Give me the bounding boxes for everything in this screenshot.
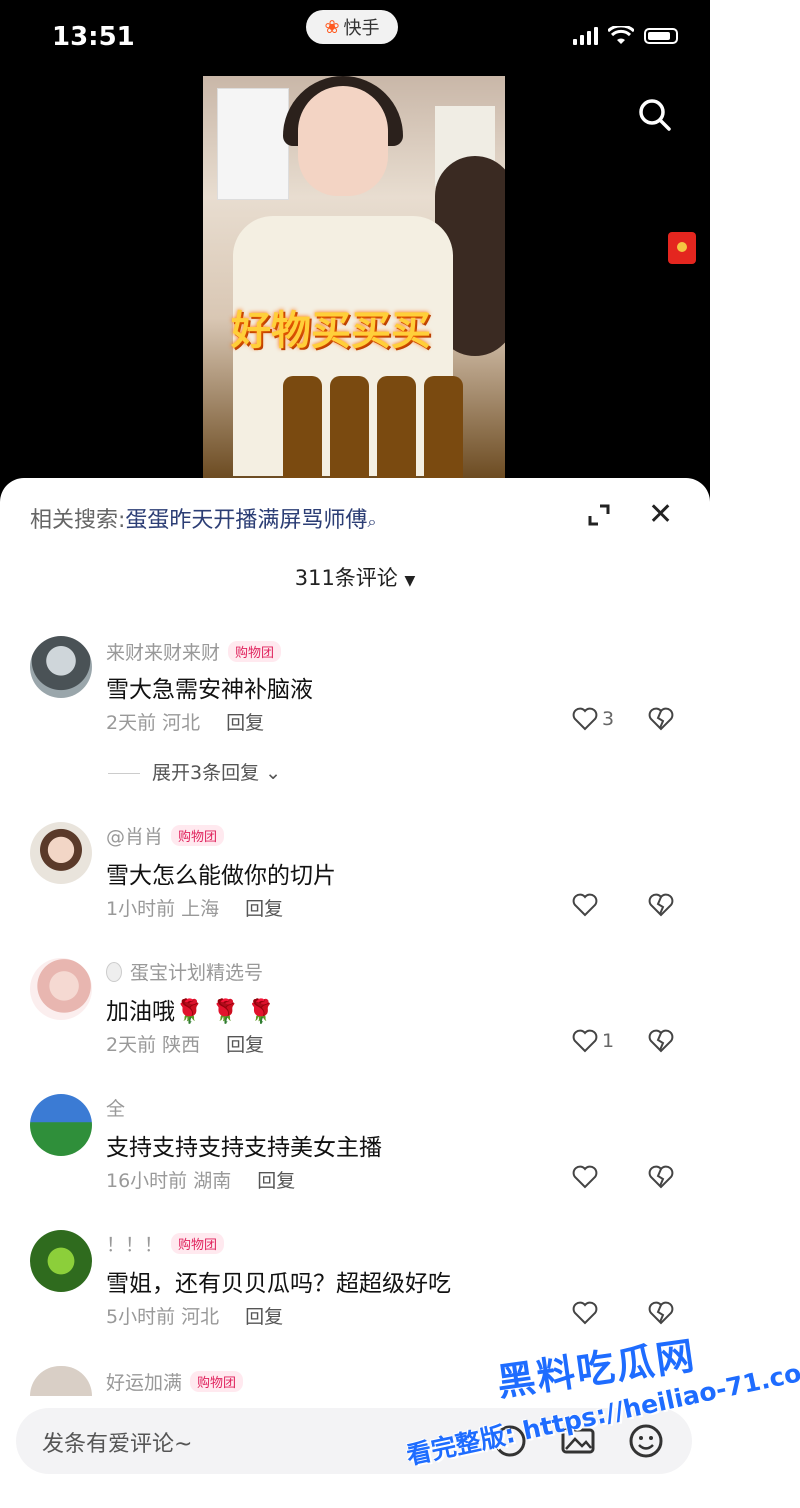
status-time: 13:51	[52, 22, 135, 52]
comment-count-label: 311条评论	[294, 566, 398, 590]
like-button[interactable]	[572, 1165, 602, 1189]
broken-heart-icon[interactable]	[648, 1301, 674, 1325]
related-search-label: 相关搜索:	[30, 508, 126, 533]
avatar[interactable]	[30, 1230, 92, 1292]
app-pill[interactable]: ❀ 快手	[306, 10, 398, 44]
small-search-icon: ⌕	[367, 512, 377, 531]
comment-author[interactable]: 好运加满 购物团	[106, 1368, 244, 1395]
reply-button[interactable]: 回复	[245, 898, 283, 920]
comment-author[interactable]: @肖肖 购物团	[106, 822, 225, 849]
avatar[interactable]	[30, 822, 92, 884]
red-packet-icon[interactable]	[668, 232, 696, 264]
emoji-icon[interactable]	[626, 1421, 666, 1461]
comment-meta: 5小时前 河北 回复	[106, 1306, 284, 1328]
comment-meta: 1小时前 上海 回复	[106, 898, 284, 920]
comment-input-placeholder: 发条有爱评论~	[42, 1432, 193, 1457]
shopping-group-badge: 购物团	[171, 1233, 225, 1254]
like-button[interactable]: 1	[572, 1029, 614, 1053]
close-icon[interactable]: ✕	[648, 500, 673, 530]
heart-icon	[572, 707, 598, 731]
comment-count[interactable]: 311条评论 ▼	[0, 562, 710, 592]
comment-author[interactable]: 来财来财来财 购物团	[106, 638, 282, 665]
shopping-group-badge: 购物团	[228, 641, 282, 662]
kuaishou-logo-icon: ❀	[324, 16, 340, 38]
comment-text: 雪姐，还有贝贝瓜吗？超超级好吃	[106, 1271, 451, 1297]
like-button[interactable]: 3	[572, 707, 614, 731]
wifi-icon	[608, 26, 634, 44]
like-count: 1	[602, 1030, 615, 1052]
like-count: 3	[602, 708, 615, 730]
heart-icon	[572, 1301, 598, 1325]
heart-icon	[572, 893, 598, 917]
status-bar: 13:51 ❀ 快手	[0, 0, 710, 72]
broken-heart-icon[interactable]	[648, 707, 674, 731]
reply-button[interactable]: 回复	[226, 1034, 264, 1056]
like-button[interactable]	[572, 1301, 602, 1325]
caret-down-icon: ▼	[404, 573, 416, 589]
expand-replies-button[interactable]: 展开3条回复 ⌄	[108, 758, 281, 785]
comment-meta: 2天前 陕西 回复	[106, 1034, 265, 1056]
phone-screen: 13:51 ❀ 快手 好物买买买 相关搜索:蛋蛋昨天开播满屏骂师傅⌕ ✕ 311…	[0, 0, 710, 1508]
video-player[interactable]: 好物买买买	[203, 76, 505, 480]
like-button[interactable]	[572, 893, 602, 917]
app-pill-label: 快手	[343, 18, 380, 39]
heart-icon	[572, 1029, 598, 1053]
related-search-keyword[interactable]: 蛋蛋昨天开播满屏骂师傅	[125, 508, 367, 533]
video-caption: 好物买买买	[231, 308, 431, 354]
battery-icon	[644, 28, 678, 44]
comment-text: 雪大急需安神补脑液	[106, 677, 313, 703]
broken-heart-icon[interactable]	[648, 1165, 674, 1189]
broken-heart-icon[interactable]	[648, 1029, 674, 1053]
avatar[interactable]	[30, 958, 92, 1020]
broken-heart-icon[interactable]	[648, 893, 674, 917]
comment-author[interactable]: ！！！ 购物团	[106, 1230, 225, 1257]
comment-text: 雪大怎么能做你的切片	[106, 863, 336, 889]
heart-icon	[572, 1165, 598, 1189]
comment-text: 加油哦🌹 🌹 🌹	[106, 999, 276, 1025]
search-icon[interactable]	[636, 96, 672, 132]
avatar[interactable]	[30, 1094, 92, 1156]
reply-button[interactable]: 回复	[257, 1170, 295, 1192]
status-icons	[573, 26, 678, 46]
comment-author[interactable]: 蛋宝计划精选号	[106, 958, 263, 985]
egg-icon	[106, 961, 122, 982]
shopping-group-badge: 购物团	[190, 1371, 244, 1392]
comment-meta: 2天前 河北 回复	[106, 712, 265, 734]
reply-button[interactable]: 回复	[245, 1306, 283, 1328]
shopping-group-badge: 购物团	[171, 825, 225, 846]
chevron-down-icon: ⌄	[265, 762, 282, 784]
avatar[interactable]	[30, 636, 92, 698]
expand-icon[interactable]	[588, 504, 610, 526]
comment-text: 支持支持支持支持美女主播	[106, 1135, 382, 1161]
comment-meta: 16小时前 湖南 回复	[106, 1170, 296, 1192]
signal-icon	[573, 27, 598, 45]
comment-author[interactable]: 全	[106, 1094, 125, 1121]
related-search[interactable]: 相关搜索:蛋蛋昨天开播满屏骂师傅⌕	[30, 502, 376, 534]
reply-button[interactable]: 回复	[226, 712, 264, 734]
